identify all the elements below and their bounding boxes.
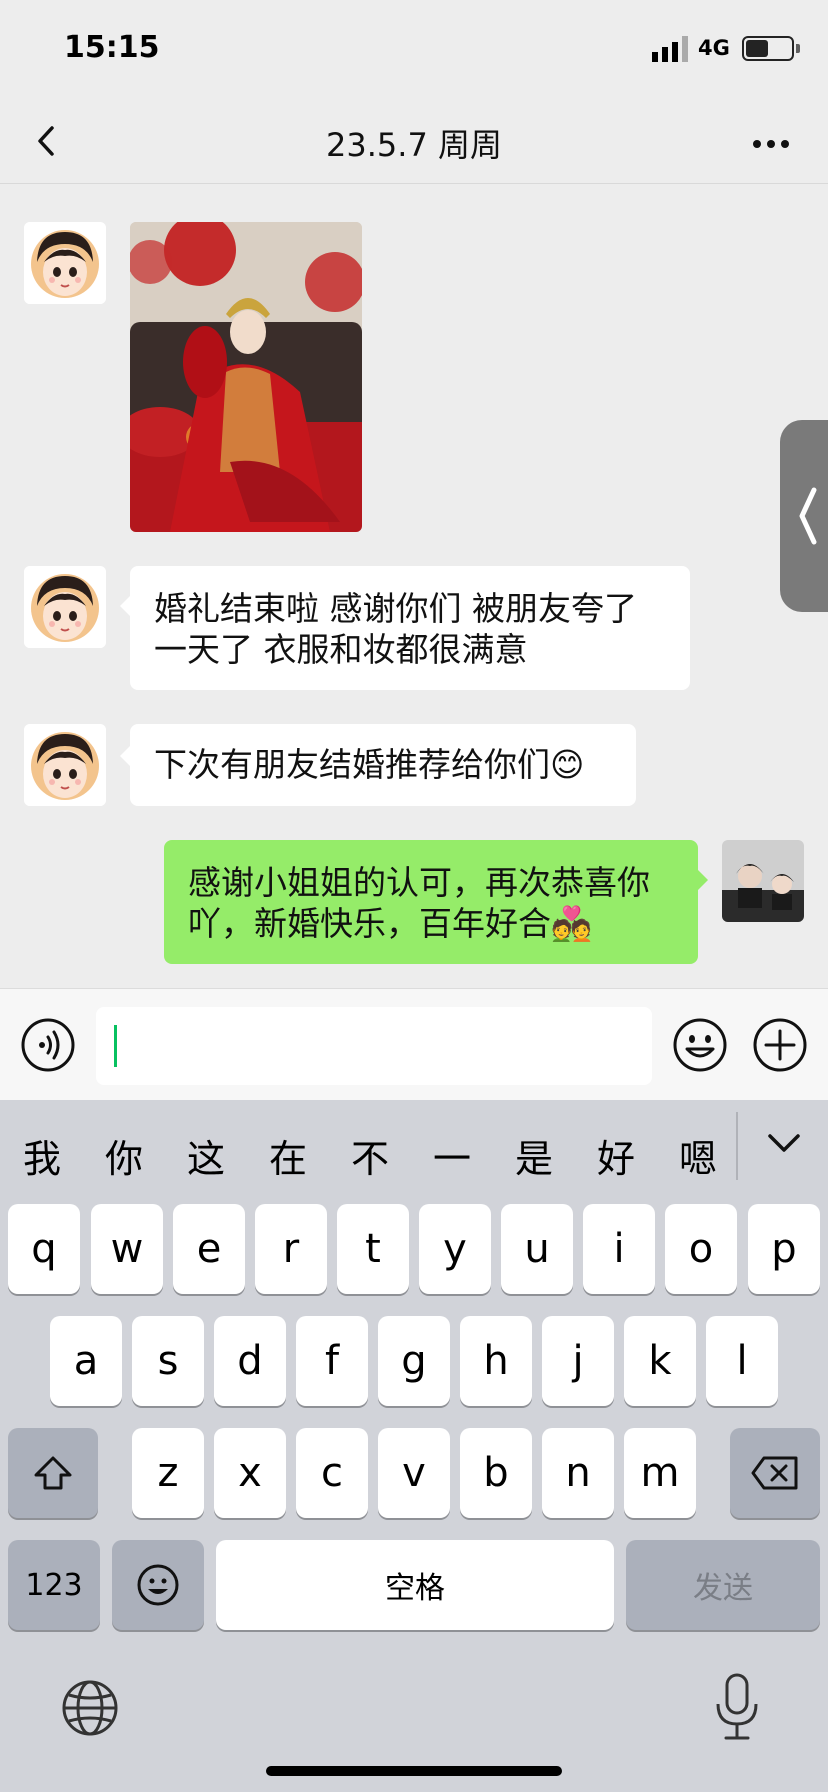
status-time: 15:15 [64,30,160,65]
key-z[interactable]: z [132,1428,204,1518]
key-u[interactable]: u [501,1204,573,1294]
send-key[interactable]: 发送 [626,1540,820,1630]
wedding-photo-message[interactable] [130,222,362,532]
key-n[interactable]: n [542,1428,614,1518]
text-cursor [114,1025,117,1067]
chat-header: 23.5.7 周周 [0,100,828,184]
key-b[interactable]: b [460,1428,532,1518]
shift-icon [34,1456,72,1490]
contact-avatar[interactable] [24,724,106,806]
key-t[interactable]: t [337,1204,409,1294]
candidate-word[interactable]: 好 [586,1128,646,1183]
battery-icon [742,36,794,61]
message-text-line: 下次有朋友结婚推荐给你们😊 [154,745,585,784]
key-w[interactable]: w [91,1204,163,1294]
candidate-word[interactable]: 一 [422,1128,482,1183]
message-input[interactable] [96,1007,652,1085]
key-v[interactable]: v [378,1428,450,1518]
candidate-word[interactable]: 你 [94,1128,154,1183]
add-attachment-icon[interactable] [752,1017,808,1073]
candidate-word[interactable]: 在 [258,1128,318,1183]
key-g[interactable]: g [378,1316,450,1406]
key-i[interactable]: i [583,1204,655,1294]
key-e[interactable]: e [173,1204,245,1294]
key-k[interactable]: k [624,1316,696,1406]
message-text-line: 吖，新婚快乐，百年好合💑 [188,904,593,943]
key-y[interactable]: y [419,1204,491,1294]
key-l[interactable]: l [706,1316,778,1406]
status-bar: 15:15 4G [0,0,828,100]
backspace-icon [751,1456,798,1490]
candidate-bar: 我 你 这 在 不 一 是 好 嗯 [0,1100,828,1200]
battery-tip [796,44,800,53]
candidate-divider [736,1112,738,1180]
side-drawer-handle[interactable] [780,420,828,612]
emoji-icon [137,1564,179,1606]
shift-key[interactable] [8,1428,98,1518]
space-key[interactable]: 空格 [216,1540,614,1630]
message-text-line: 感谢小姐姐的认可，再次恭喜你 [188,863,650,902]
candidate-word[interactable]: 不 [340,1128,400,1183]
contact-avatar[interactable] [24,222,106,304]
key-q[interactable]: q [8,1204,80,1294]
key-r[interactable]: r [255,1204,327,1294]
candidate-word[interactable]: 这 [176,1128,236,1183]
chat-title: 23.5.7 周周 [326,126,502,164]
message-text-line: 婚礼结束啦 感谢你们 被朋友夸了 [154,589,637,628]
signal-icon [652,36,688,62]
network-type: 4G [698,36,730,60]
key-x[interactable]: x [214,1428,286,1518]
contact-avatar[interactable] [24,566,106,648]
chevron-left-icon [799,487,817,545]
more-options-icon[interactable] [746,124,796,164]
candidate-word[interactable]: 是 [504,1128,564,1183]
emoji-key[interactable] [112,1540,204,1630]
candidate-word[interactable]: 嗯 [668,1128,728,1183]
my-avatar[interactable] [722,840,804,922]
key-p[interactable]: p [748,1204,820,1294]
key-o[interactable]: o [665,1204,737,1294]
microphone-icon[interactable] [712,1672,762,1742]
key-d[interactable]: d [214,1316,286,1406]
key-j[interactable]: j [542,1316,614,1406]
emoji-icon[interactable] [672,1017,728,1073]
voice-input-icon[interactable] [20,1017,76,1073]
home-indicator[interactable] [266,1766,562,1776]
backspace-key[interactable] [730,1428,820,1518]
key-s[interactable]: s [132,1316,204,1406]
candidate-word[interactable]: 我 [12,1128,72,1183]
message-text-line: 一天了 衣服和妆都很满意 [154,630,528,669]
globe-icon[interactable] [60,1678,120,1738]
numbers-key[interactable]: 123 [8,1540,100,1630]
chevron-down-icon[interactable] [762,1124,806,1164]
key-c[interactable]: c [296,1428,368,1518]
key-a[interactable]: a [50,1316,122,1406]
key-m[interactable]: m [624,1428,696,1518]
key-f[interactable]: f [296,1316,368,1406]
message-bubble-outgoing[interactable]: 感谢小姐姐的认可，再次恭喜你 吖，新婚快乐，百年好合💑 [164,840,708,964]
chat-screen: 15:15 4G 23.5.7 周周 婚礼结束啦 感谢你们 被朋友夸了 一天了 … [0,0,828,1792]
message-bubble-incoming[interactable]: 下次有朋友结婚推荐给你们😊 [120,724,636,806]
message-input-bar [0,988,828,1100]
message-bubble-incoming[interactable]: 婚礼结束啦 感谢你们 被朋友夸了 一天了 衣服和妆都很满意 [120,566,690,690]
key-h[interactable]: h [460,1316,532,1406]
